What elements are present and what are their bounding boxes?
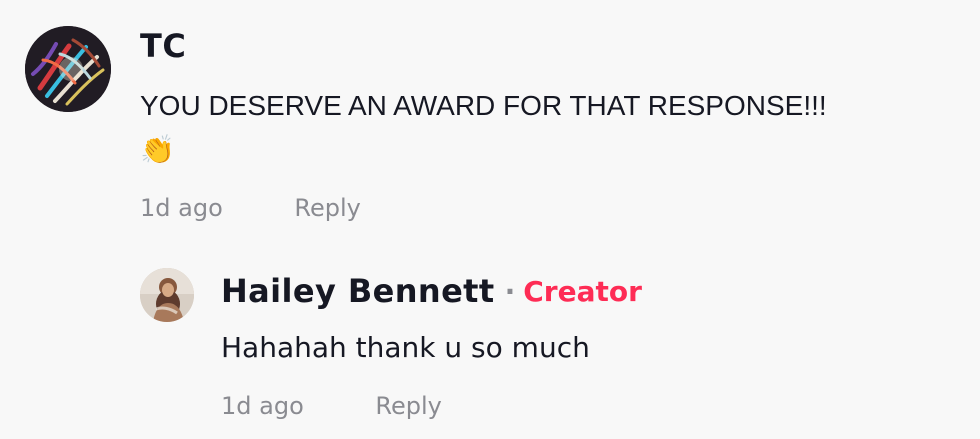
clapping-hands-icon: 👏 (140, 134, 175, 165)
comment-meta: 1d ago Reply (140, 194, 361, 222)
reply-text: Hahahah thank u so much (221, 331, 590, 364)
comment-reply-button[interactable]: Reply (294, 194, 360, 222)
comment-thread: TC YOU DESERVE AN AWARD FOR THAT RESPONS… (0, 0, 980, 439)
reply-username[interactable]: Hailey Bennett (221, 272, 495, 310)
reply-meta: 1d ago Reply (221, 392, 442, 420)
separator-dot: · (504, 274, 516, 308)
profile-photo-avatar-icon (140, 268, 194, 322)
comment-username[interactable]: TC (140, 27, 187, 65)
comment-text-block: YOU DESERVE AN AWARD FOR THAT RESPONSE!!… (140, 84, 950, 166)
creator-badge: Creator (523, 274, 642, 308)
tc-avatar[interactable] (25, 26, 111, 112)
hailey-avatar[interactable] (140, 268, 194, 322)
reply-header: Hailey Bennett · Creator (221, 272, 642, 310)
comment-text: YOU DESERVE AN AWARD FOR THAT RESPONSE!!… (140, 90, 827, 121)
reply-timestamp: 1d ago (221, 392, 304, 420)
reply-reply-button[interactable]: Reply (375, 392, 441, 420)
abstract-artwork-avatar-icon (25, 26, 111, 112)
comment-timestamp: 1d ago (140, 194, 223, 222)
